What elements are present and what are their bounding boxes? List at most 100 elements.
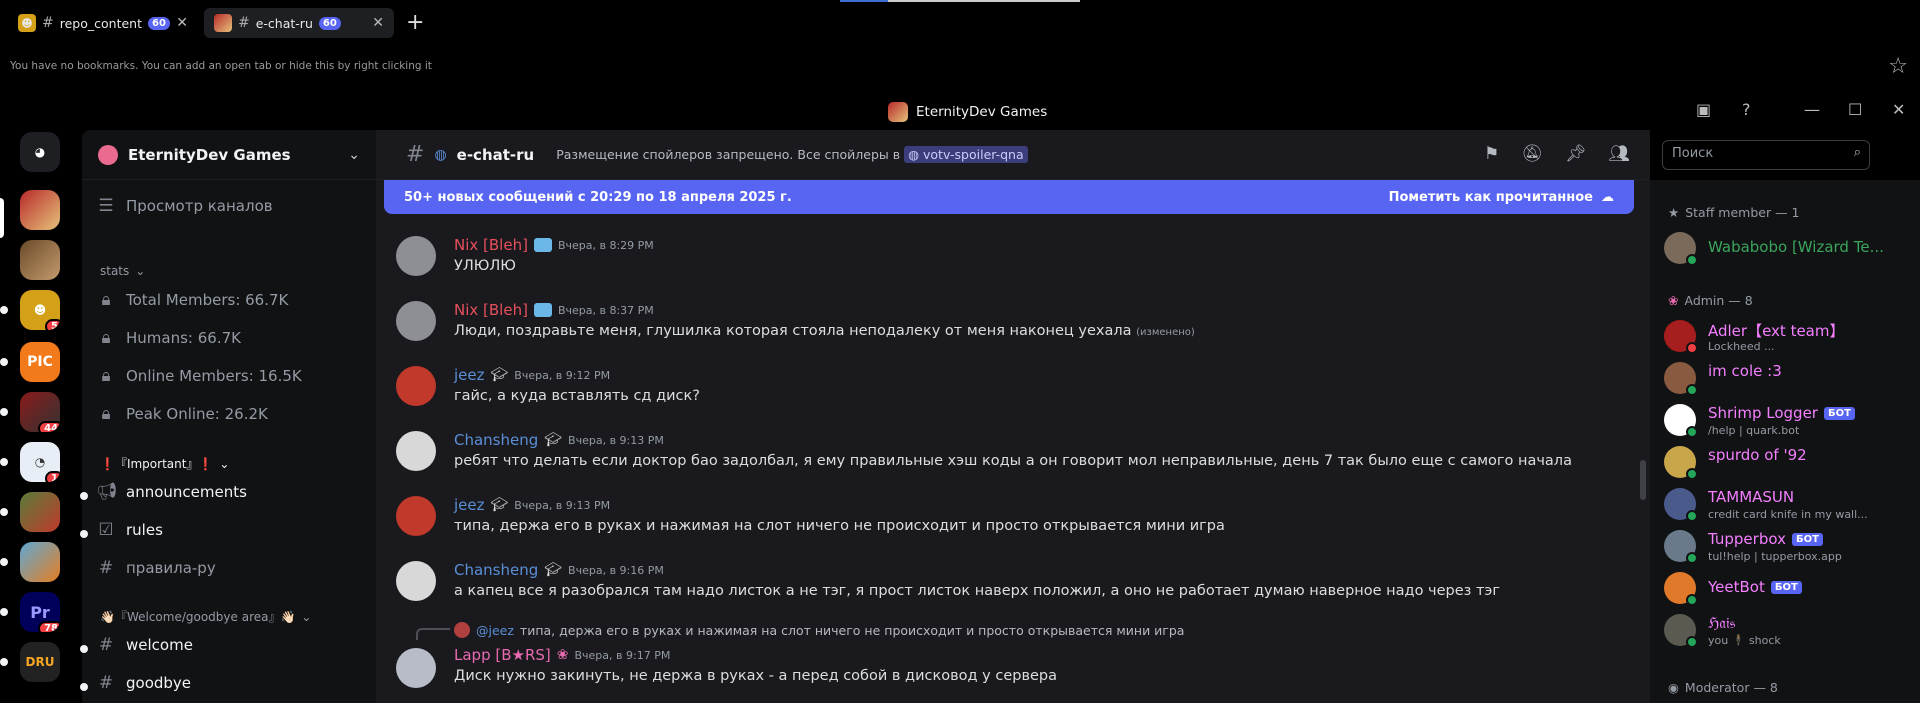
bot-badge: БОТ bbox=[1791, 532, 1823, 546]
close-icon[interactable]: ✕ bbox=[372, 15, 384, 31]
channel-label: Total Members: 66.7K bbox=[126, 291, 289, 309]
member-item[interactable]: im cole :3 bbox=[1664, 360, 1912, 400]
member-name: Wababobo [Wizard Te... bbox=[1708, 238, 1884, 256]
app-titlebar: EternityDev Games ▣ ? — ☐ ✕ bbox=[0, 94, 1920, 130]
maximize-icon[interactable]: ☐ bbox=[1848, 100, 1862, 119]
server-eternitydev[interactable] bbox=[20, 190, 60, 230]
topic-channel-link[interactable]: ◍ votv-spoiler-qna bbox=[904, 146, 1028, 163]
new-tab-plus-icon[interactable]: + bbox=[406, 10, 424, 35]
avatar[interactable] bbox=[396, 648, 436, 688]
close-icon[interactable]: ✕ bbox=[176, 15, 188, 31]
reply-connector bbox=[416, 628, 450, 640]
server-5[interactable]: 44 bbox=[20, 392, 60, 432]
server-3[interactable]: ☻ 5 bbox=[20, 290, 60, 330]
status-dnd bbox=[1686, 342, 1698, 354]
username[interactable]: jeez bbox=[454, 366, 485, 384]
help-icon[interactable]: ? bbox=[1742, 100, 1751, 119]
guild-name: EternityDev Games bbox=[128, 145, 291, 164]
new-messages-bar[interactable]: 50+ новых сообщений с 20:29 по 18 апреля… bbox=[384, 180, 1634, 214]
pin-icon[interactable]: 📌︎ bbox=[1565, 144, 1587, 164]
avatar[interactable] bbox=[396, 561, 436, 601]
channel-announcements[interactable]: 📢︎ announcements bbox=[96, 476, 366, 508]
server-7[interactable] bbox=[20, 492, 60, 532]
minimize-icon[interactable]: — bbox=[1804, 100, 1820, 119]
username[interactable]: Chansheng bbox=[454, 431, 538, 449]
username[interactable]: Chansheng bbox=[454, 561, 538, 579]
threads-icon[interactable]: ⚑ bbox=[1484, 144, 1499, 164]
channel-peak-online[interactable]: 🔒︎ Peak Online: 26.2K bbox=[96, 398, 366, 430]
username[interactable]: Nix [Bleh] bbox=[454, 236, 528, 254]
member-item[interactable]: Tupperbox БОТ tul!help | tupperbox.app bbox=[1664, 528, 1912, 568]
window-title-text: EternityDev Games bbox=[916, 104, 1048, 120]
guild-header[interactable]: EternityDev Games ⌄ bbox=[82, 130, 376, 180]
member-item[interactable]: ℌ𝔞𝔦𝔰 you 🕴 shock bbox=[1664, 612, 1912, 652]
username[interactable]: Nix [Bleh] bbox=[454, 301, 528, 319]
browse-channels-label: Просмотр каналов bbox=[126, 197, 273, 215]
server-10[interactable]: DRU bbox=[20, 642, 60, 682]
close-window-icon[interactable]: ✕ bbox=[1892, 100, 1905, 119]
avatar[interactable] bbox=[396, 236, 436, 276]
avatar[interactable] bbox=[396, 366, 436, 406]
category-label: stats bbox=[100, 264, 130, 278]
member-name: ℌ𝔞𝔦𝔰 bbox=[1708, 614, 1736, 632]
avatar[interactable] bbox=[396, 301, 436, 341]
server-premiere[interactable]: Pr 78 bbox=[20, 592, 60, 632]
channel-label: rules bbox=[126, 521, 163, 539]
channel-label: goodbye bbox=[126, 674, 192, 692]
browser-tab-e-chat-ru[interactable]: # e-chat-ru 60 ✕ bbox=[204, 8, 394, 38]
username[interactable]: jeez bbox=[454, 496, 485, 514]
computer-icon bbox=[533, 303, 552, 317]
channel-total-members[interactable]: 🔒︎ Total Members: 66.7K bbox=[96, 284, 366, 316]
channel-pravila-ru[interactable]: # правила-ру bbox=[96, 552, 366, 584]
inbox-icon[interactable]: ▣ bbox=[1696, 100, 1711, 119]
status-online bbox=[1686, 384, 1698, 396]
channel-goodbye[interactable]: # goodbye bbox=[96, 667, 366, 699]
timestamp: Вчера, в 9:17 PM bbox=[574, 648, 671, 662]
timestamp: Вчера, в 8:37 PM bbox=[557, 303, 654, 317]
channel-header: # ◍ e-chat-ru Размещение спойлеров запре… bbox=[376, 130, 1650, 180]
member-list: ★ Staff member — 1 Wababobo [Wizard Te...… bbox=[1650, 180, 1920, 703]
avatar[interactable] bbox=[396, 431, 436, 471]
reply-preview[interactable]: @jeez типа, держа его в руках и нажимая … bbox=[454, 622, 1184, 638]
channel-label: Online Members: 16.5K bbox=[126, 367, 302, 385]
category-welcome[interactable]: 👋🏻『Welcome/goodbye area』👋🏻 ⌄ bbox=[100, 608, 311, 625]
member-item[interactable]: YeetBot БОТ bbox=[1664, 570, 1912, 610]
channel-rules[interactable]: ☑ rules bbox=[96, 514, 366, 546]
member-list-icon[interactable]: 👥︎ bbox=[1608, 144, 1630, 164]
bookmark-star-icon[interactable]: ☆ bbox=[1888, 54, 1908, 79]
mark-as-read-button[interactable]: Пометить как прочитанное ☁ bbox=[1389, 190, 1614, 205]
username[interactable]: Lapp [B★RS] bbox=[454, 646, 551, 664]
member-item[interactable]: Shrimp Logger БОТ /help | quark.bot bbox=[1664, 402, 1912, 442]
message-with-reply: @jeez типа, держа его в руках и нажимая … bbox=[396, 622, 1630, 696]
chat-scrollbar[interactable] bbox=[1640, 460, 1646, 500]
topic-link-label: votv-spoiler-qna bbox=[923, 147, 1024, 162]
reply-username: @jeez bbox=[476, 622, 514, 638]
discord-home-icon[interactable]: ◕ bbox=[20, 132, 60, 172]
channel-humans[interactable]: 🔒︎ Humans: 66.7K bbox=[96, 322, 366, 354]
browse-channels[interactable]: ☰ Просмотр каналов bbox=[96, 190, 366, 222]
tab-badge: 60 bbox=[318, 16, 341, 30]
browser-tab-repo-content[interactable]: ☻ # repo_content 60 ✕ bbox=[8, 8, 198, 38]
server-6[interactable]: ◔ 1 bbox=[20, 442, 60, 482]
server-8[interactable] bbox=[20, 542, 60, 582]
search-input[interactable]: Поиск ⌕ bbox=[1662, 140, 1870, 170]
channel-online-members[interactable]: 🔒︎ Online Members: 16.5K bbox=[96, 360, 366, 392]
notification-bell-muted-icon[interactable]: 🔕︎ bbox=[1521, 144, 1543, 164]
message-text: Люди, поздравьте меня, глушилка которая … bbox=[454, 323, 1195, 339]
member-item[interactable]: TAMMASUN credit card knife in my wall... bbox=[1664, 486, 1912, 526]
channel-welcome[interactable]: # welcome bbox=[96, 629, 366, 661]
category-stats[interactable]: stats ⌄ bbox=[100, 264, 145, 278]
member-item[interactable]: Wababobo [Wizard Te... bbox=[1664, 230, 1912, 270]
server-pic-me[interactable]: PIC bbox=[20, 342, 60, 382]
status-online bbox=[1686, 594, 1698, 606]
message: Nix [Bleh] Вчера, в 8:29 PM УЛЮЛЮ bbox=[396, 236, 1630, 276]
category-important[interactable]: ❗『Important』❗ ⌄ bbox=[100, 455, 229, 472]
member-item[interactable]: spurdo of '92 bbox=[1664, 444, 1912, 484]
message-text: типа, держа его в руках и нажимая на сло… bbox=[454, 518, 1225, 534]
member-item[interactable]: Adler【ext team】 Lockheed ... bbox=[1664, 318, 1912, 358]
avatar[interactable] bbox=[396, 496, 436, 536]
topic-text: Размещение спойлеров запрещено. Все спой… bbox=[556, 147, 901, 162]
member-status-text: tul!help | tupperbox.app bbox=[1708, 550, 1842, 563]
status-online bbox=[1686, 254, 1698, 266]
server-2[interactable] bbox=[20, 240, 60, 280]
